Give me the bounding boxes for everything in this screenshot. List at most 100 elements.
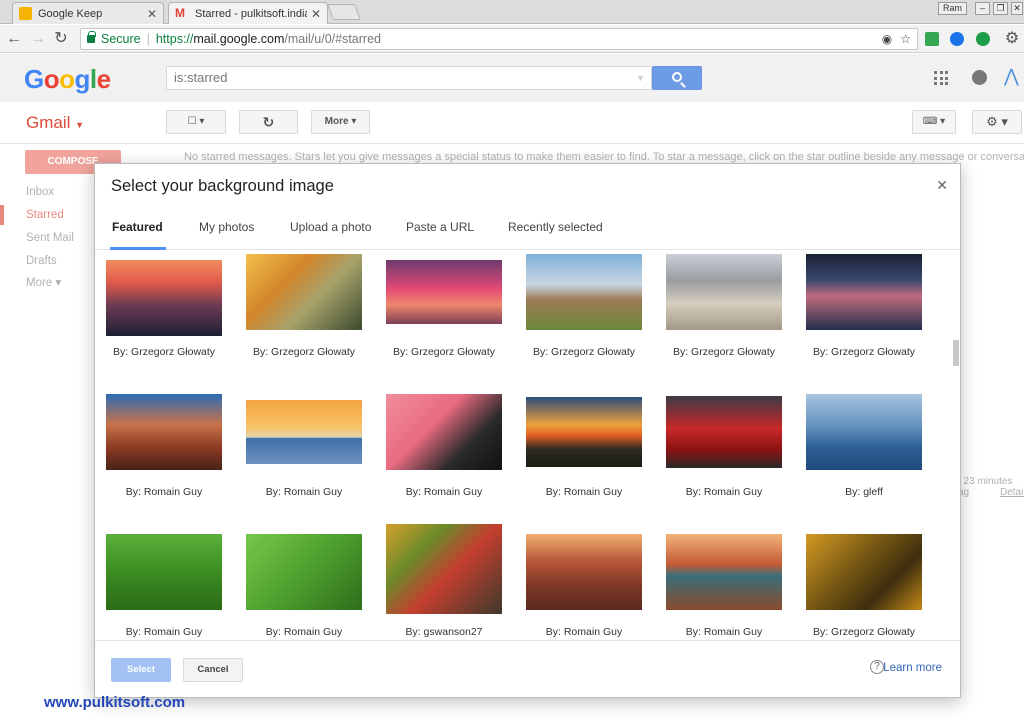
extension-drive-icon[interactable] — [950, 32, 964, 46]
image-tile[interactable]: By: Romain Guy — [666, 396, 782, 498]
forward-icon[interactable]: → — [29, 30, 47, 48]
secure-label: Secure — [101, 32, 141, 46]
image-tile[interactable]: By: Romain Guy — [526, 397, 642, 498]
notifications-icon[interactable] — [972, 70, 987, 85]
image-credit: By: Romain Guy — [685, 486, 763, 498]
select-checkbox-button[interactable]: ☐ ▾ — [166, 110, 226, 134]
keyboard-icon[interactable]: ⌨ ▾ — [912, 110, 956, 134]
thumbnail-image[interactable] — [806, 254, 922, 330]
image-credit: By: Grzegorz Głowaty — [112, 346, 216, 358]
tab-label: Starred - pulkitsoft.india@g — [195, 7, 307, 20]
reload-icon[interactable]: ↻ — [52, 30, 70, 48]
thumbnail-image[interactable] — [526, 397, 642, 467]
extension-chart-icon[interactable] — [925, 32, 939, 46]
thumbnail-image[interactable] — [246, 254, 362, 330]
gmail-toolbar: Gmail ▼ ☐ ▾ ↻ More ▾ ⌨ ▾ ⚙ ▾ — [0, 102, 1024, 144]
refresh-button[interactable]: ↻ — [239, 110, 298, 134]
tab-recently-selected[interactable]: Recently selected — [506, 220, 605, 250]
url-input[interactable]: Secure | https://mail.google.com/mail/u/… — [80, 28, 918, 50]
thumbnail-image[interactable] — [106, 260, 222, 336]
account-logo-icon[interactable]: ⋀ — [1004, 66, 1019, 87]
thumbnail-image[interactable] — [666, 396, 782, 468]
close-icon[interactable]: ✕ — [311, 7, 321, 21]
tab-my-photos[interactable]: My photos — [197, 220, 256, 250]
close-icon[interactable]: ✕ — [147, 7, 157, 21]
more-button[interactable]: More ▾ — [311, 110, 370, 134]
image-grid: By: Grzegorz Głowaty By: Grzegorz Głowat… — [95, 250, 960, 640]
image-tile[interactable]: By: Romain Guy — [106, 534, 222, 638]
image-tile[interactable]: By: Romain Guy — [526, 534, 642, 638]
apps-grid-icon[interactable] — [934, 71, 948, 85]
extension-grammarly-icon[interactable] — [976, 32, 990, 46]
restore-button[interactable]: ❐ — [993, 2, 1008, 15]
tab-paste-url[interactable]: Paste a URL — [404, 220, 476, 250]
image-credit: By: Grzegorz Głowaty — [252, 346, 356, 358]
thumbnail-image[interactable] — [386, 260, 502, 324]
help-icon[interactable]: ? — [870, 660, 884, 674]
image-tile[interactable]: By: Romain Guy — [666, 534, 782, 638]
search-input[interactable]: is:starred ▼ — [166, 66, 652, 90]
scrollbar-thumb[interactable] — [953, 340, 959, 366]
watermark: www.pulkitsoft.com — [44, 694, 186, 711]
thumbnail-image[interactable] — [106, 534, 222, 610]
thumbnail-image[interactable] — [666, 254, 782, 330]
tab-upload-photo[interactable]: Upload a photo — [288, 220, 373, 250]
image-tile[interactable]: By: Grzegorz Głowaty — [666, 254, 782, 358]
search-value: is:starred — [174, 70, 228, 85]
minimize-button[interactable]: – — [975, 2, 990, 15]
image-credit: By: Grzegorz Głowaty — [392, 346, 496, 358]
image-credit: By: Romain Guy — [125, 486, 203, 498]
thumbnail-image[interactable] — [806, 394, 922, 470]
tab-gmail-starred[interactable]: M Starred - pulkitsoft.india@g ✕ — [168, 2, 328, 24]
profile-badge[interactable]: Ram — [938, 2, 968, 15]
image-tile[interactable]: By: Romain Guy — [246, 534, 362, 638]
settings-gear-icon[interactable]: ⚙ — [1003, 30, 1021, 48]
learn-more-link[interactable]: Learn more — [883, 662, 942, 674]
thumbnail-image[interactable] — [666, 534, 782, 610]
eye-icon[interactable]: ◉ — [882, 32, 892, 46]
google-logo[interactable]: Google — [24, 64, 111, 95]
chevron-down-icon[interactable]: ▼ — [636, 67, 645, 89]
thumbnail-image[interactable] — [246, 400, 362, 464]
gmail-menu[interactable]: Gmail ▼ — [26, 113, 84, 133]
image-tile[interactable]: By: Grzegorz Głowaty — [526, 254, 642, 358]
image-tile[interactable]: By: gswanson27 — [386, 524, 502, 638]
url-path: /mail/u/0/#starred — [284, 32, 381, 46]
image-tile[interactable]: By: Romain Guy — [106, 394, 222, 498]
thumbnail-image[interactable] — [526, 254, 642, 330]
image-tile[interactable]: By: Grzegorz Głowaty — [106, 260, 222, 358]
lock-icon — [87, 31, 96, 43]
back-icon[interactable]: ← — [5, 30, 23, 48]
star-icon[interactable]: ☆ — [900, 32, 911, 46]
select-button[interactable]: Select — [111, 658, 171, 682]
image-credit: By: gswanson27 — [405, 626, 483, 638]
image-tile[interactable]: By: Romain Guy — [386, 394, 502, 498]
settings-icon[interactable]: ⚙ ▾ — [972, 110, 1022, 134]
dialog-footer: Select Cancel ? Learn more — [95, 640, 960, 697]
thumbnail-image[interactable] — [386, 394, 502, 470]
cancel-button[interactable]: Cancel — [183, 658, 243, 682]
search-button[interactable] — [652, 66, 702, 90]
image-tile[interactable]: By: Grzegorz Głowaty — [386, 260, 502, 358]
new-tab-button[interactable] — [327, 4, 361, 20]
image-credit: By: Romain Guy — [545, 486, 623, 498]
image-tile[interactable]: By: Romain Guy — [246, 400, 362, 498]
thumbnail-image[interactable] — [386, 524, 502, 614]
gmail-label: Gmail — [26, 113, 71, 132]
image-credit: By: Romain Guy — [405, 486, 483, 498]
close-window-button[interactable]: ✕ — [1011, 2, 1023, 15]
image-credit: By: gleff — [845, 486, 883, 498]
thumbnail-image[interactable] — [526, 534, 642, 610]
thumbnail-image[interactable] — [246, 534, 362, 610]
thumbnail-image[interactable] — [106, 394, 222, 470]
close-icon[interactable]: ✕ — [936, 177, 948, 194]
tab-featured[interactable]: Featured — [110, 220, 166, 250]
image-credit: By: Romain Guy — [125, 626, 203, 638]
image-tile[interactable]: By: Grzegorz Głowaty — [806, 254, 922, 358]
tab-google-keep[interactable]: Google Keep ✕ — [12, 2, 164, 24]
image-tile[interactable]: By: gleff — [806, 394, 922, 498]
thumbnail-image[interactable] — [806, 534, 922, 610]
image-tile[interactable]: By: Grzegorz Głowaty — [246, 254, 362, 358]
image-tile[interactable]: By: Grzegorz Głowaty — [806, 534, 922, 638]
image-credit: By: Grzegorz Głowaty — [812, 346, 916, 358]
